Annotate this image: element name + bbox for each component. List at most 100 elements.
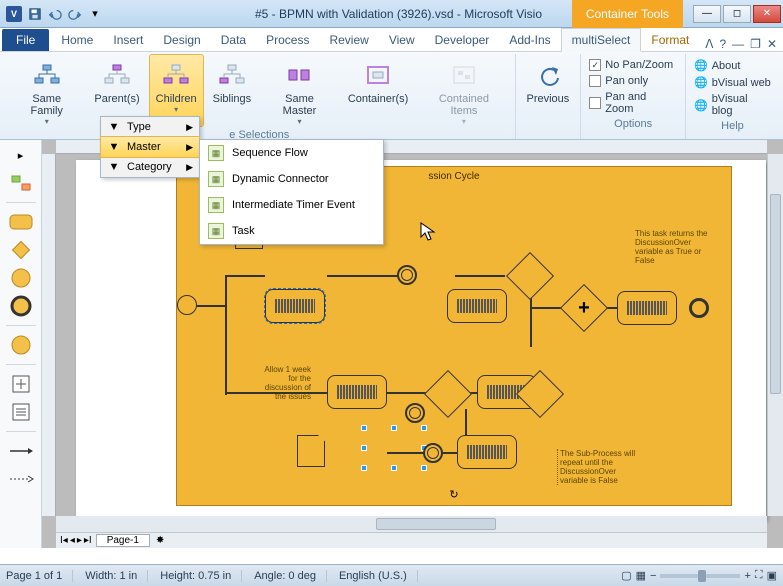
zoom-out-button[interactable]: − — [650, 570, 656, 582]
drawing-page[interactable]: ssion Cycle — [76, 160, 766, 520]
menu-item-master[interactable]: ▼Master▶ — [100, 136, 200, 158]
horizontal-scrollbar[interactable] — [56, 516, 767, 532]
same-master-button[interactable]: Same Master▾ — [260, 54, 339, 127]
canvas-area[interactable]: ssion Cycle — [42, 140, 783, 548]
close-button[interactable]: ✕ — [753, 5, 781, 23]
contained-items-button[interactable]: Contained Items▾ — [417, 54, 510, 127]
bvisual-blog-link[interactable]: 🌐bVisual blog — [690, 92, 775, 118]
macro-record-icon[interactable]: ▢ — [621, 569, 631, 582]
help-icon[interactable]: ? — [719, 37, 726, 51]
task-selected[interactable] — [265, 289, 325, 323]
scroll-thumb[interactable] — [770, 194, 781, 394]
page-first-icon[interactable]: I◂ — [60, 535, 68, 546]
siblings-button[interactable]: Siblings — [206, 54, 259, 127]
fit-page-icon[interactable]: ⛶ — [755, 569, 763, 582]
shape-lines-box[interactable] — [7, 401, 35, 423]
tab-multiselect[interactable]: multiSelect — [561, 28, 642, 52]
menu-item-task[interactable]: ▦Task — [200, 218, 383, 244]
shape-rounded-rect[interactable] — [7, 211, 35, 233]
ribbon-minimize-icon[interactable]: ᐱ — [705, 37, 713, 51]
hierarchy-icon — [31, 59, 63, 91]
end-event[interactable] — [689, 298, 709, 318]
pan-only-checkbox[interactable]: Pan only — [585, 74, 681, 88]
task-6[interactable] — [457, 435, 517, 469]
page-prev-icon[interactable]: ◂ — [70, 535, 75, 546]
selection-handle[interactable] — [391, 425, 397, 431]
data-object-2[interactable] — [297, 435, 325, 467]
tab-view[interactable]: View — [379, 29, 425, 51]
shape-circle-thick[interactable] — [7, 295, 35, 317]
bvisual-web-link[interactable]: 🌐bVisual web — [690, 75, 775, 90]
no-panzoom-checkbox[interactable]: ✓No Pan/Zoom — [585, 58, 681, 72]
timer-event-3[interactable] — [423, 443, 443, 463]
pan-only-label: Pan only — [605, 75, 648, 87]
file-tab[interactable]: File — [2, 29, 49, 51]
shapes-chevron-icon[interactable]: ▸ — [7, 144, 35, 166]
zoom-slider[interactable] — [660, 574, 740, 578]
tab-process[interactable]: Process — [256, 29, 319, 51]
tab-review[interactable]: Review — [319, 29, 378, 51]
tab-home[interactable]: Home — [51, 29, 103, 51]
shape-circle-2[interactable] — [7, 334, 35, 356]
maximize-button[interactable]: ◻ — [723, 5, 751, 23]
previous-button[interactable]: Previous — [520, 54, 577, 123]
save-icon[interactable] — [26, 5, 44, 23]
timer-event-1[interactable] — [397, 265, 417, 285]
app-icon[interactable]: V — [6, 6, 22, 22]
containers-button[interactable]: Container(s) — [341, 54, 416, 127]
same-family-button[interactable]: Same Family▾ — [8, 54, 85, 127]
page-last-icon[interactable]: ▸I — [84, 535, 92, 546]
task-4[interactable] — [327, 375, 387, 409]
doc-restore-icon[interactable]: ❐ — [750, 37, 761, 51]
selection-handle[interactable] — [421, 465, 427, 471]
view-mode-icon[interactable]: ▦ — [636, 569, 646, 582]
tab-format[interactable]: Format — [641, 29, 699, 51]
page-tab-1[interactable]: Page-1 — [96, 534, 150, 547]
undo-icon[interactable] — [46, 5, 64, 23]
task-3[interactable] — [617, 291, 677, 325]
pan-and-zoom-checkbox[interactable]: Pan and Zoom — [585, 90, 681, 116]
tab-design[interactable]: Design — [153, 29, 210, 51]
insert-page-icon[interactable]: ✸ — [150, 535, 170, 546]
status-language[interactable]: English (U.S.) — [339, 570, 418, 582]
menu-category-label: Category — [127, 161, 172, 173]
selection-handle[interactable] — [361, 445, 367, 451]
timer-event-2[interactable] — [405, 403, 425, 423]
scroll-thumb[interactable] — [376, 518, 496, 530]
quick-access-toolbar: ▾ — [26, 5, 104, 23]
vertical-scrollbar[interactable] — [767, 154, 783, 516]
menu-item-category[interactable]: ▼Category▶ — [101, 157, 199, 177]
task-2[interactable] — [447, 289, 507, 323]
shape-open-arrow-line[interactable] — [7, 468, 35, 490]
fullscreen-icon[interactable]: ▣ — [767, 569, 777, 582]
selection-handle[interactable] — [361, 465, 367, 471]
page-nav: I◂ ◂ ▸ ▸I — [56, 535, 96, 546]
about-link[interactable]: 🌐About — [690, 58, 775, 73]
selection-handle[interactable] — [391, 465, 397, 471]
start-event[interactable] — [177, 295, 197, 315]
selection-handle[interactable] — [361, 425, 367, 431]
doc-close-icon[interactable]: ✕ — [767, 37, 777, 51]
qat-dropdown-icon[interactable]: ▾ — [86, 5, 104, 23]
tab-developer[interactable]: Developer — [425, 29, 500, 51]
zoom-in-button[interactable]: + — [744, 570, 750, 582]
page-next-icon[interactable]: ▸ — [77, 535, 82, 546]
shape-plus-box[interactable] — [7, 373, 35, 395]
gateway-1[interactable] — [506, 252, 554, 300]
menu-item-intermediate-timer[interactable]: ▦Intermediate Timer Event — [200, 192, 383, 218]
selection-handle[interactable] — [421, 425, 427, 431]
shapes-options-icon[interactable] — [7, 172, 35, 194]
gateway-parallel[interactable]: + — [560, 284, 608, 332]
menu-item-sequence-flow[interactable]: ▦Sequence Flow — [200, 140, 383, 166]
tab-data[interactable]: Data — [211, 29, 256, 51]
menu-item-dynamic-connector[interactable]: ▦Dynamic Connector — [200, 166, 383, 192]
redo-icon[interactable] — [66, 5, 84, 23]
menu-item-type[interactable]: ▼Type▶ — [101, 117, 199, 137]
tab-addins[interactable]: Add-Ins — [499, 29, 560, 51]
shape-arrow-line[interactable] — [7, 440, 35, 462]
shape-circle-thin[interactable] — [7, 267, 35, 289]
minimize-button[interactable]: — — [693, 5, 721, 23]
tab-insert[interactable]: Insert — [103, 29, 153, 51]
shape-diamond[interactable] — [7, 239, 35, 261]
doc-minimize-icon[interactable]: — — [732, 37, 744, 51]
